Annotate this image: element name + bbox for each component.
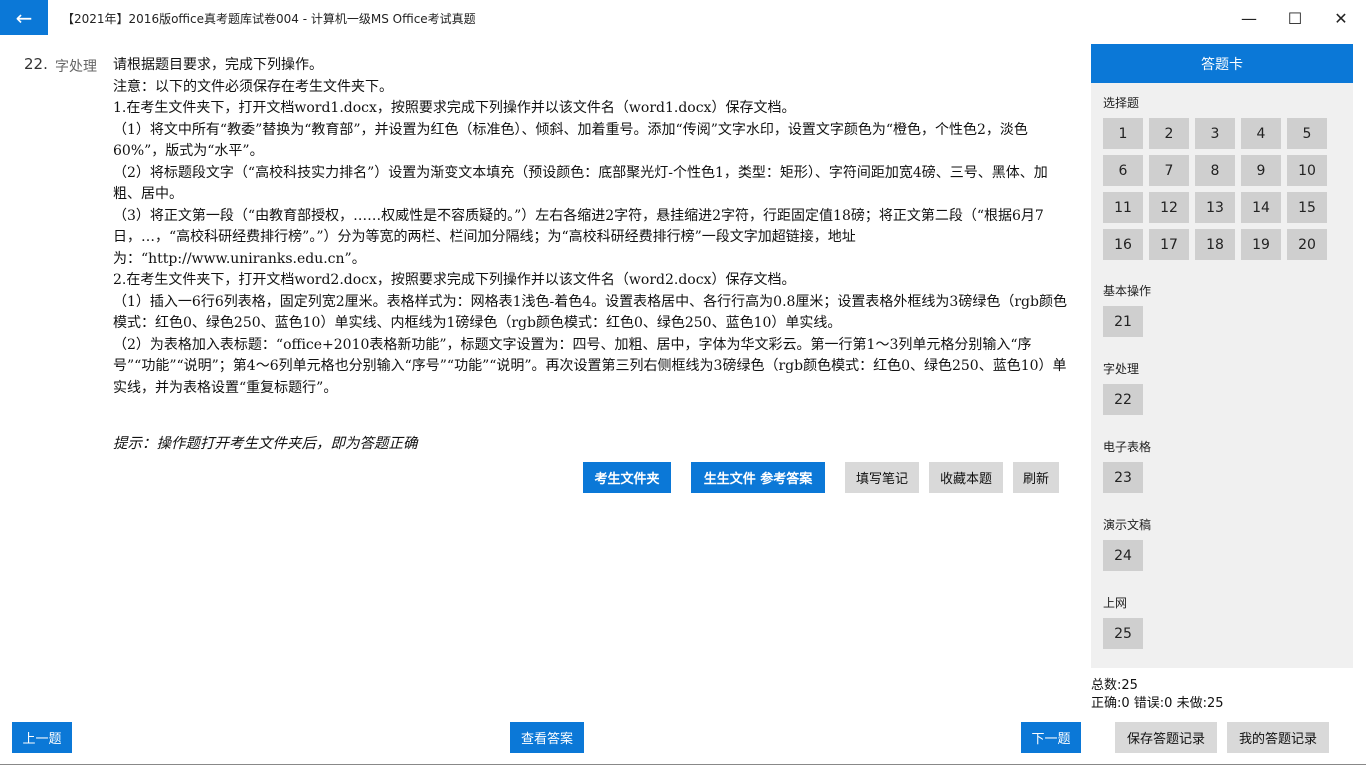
question-line: （3）将正文第一段（“由教育部授权，……权威性是不容质疑的。”）左右各缩进2字符… [113,207,1044,267]
save-record-button[interactable]: 保存答题记录 [1115,722,1217,753]
answer-card-section-label: 字处理 [1103,362,1140,376]
answer-card-section-label: 选择题 [1103,96,1140,110]
answer-card-question-19[interactable]: 19 [1241,229,1281,260]
title-bar: ← 【2021年】2016版office真考题库试卷004 - 计算机一级MS … [0,0,1366,36]
prev-question-button[interactable]: 上一题 [12,722,72,753]
minimize-icon: — [1241,8,1257,28]
question-line: （2）将标题段文字（“高校科技实力排名”）设置为渐变文本填充（预设颜色：底部聚光… [113,164,1048,203]
write-notes-button[interactable]: 填写笔记 [845,462,919,493]
question-number: 22. [24,55,48,73]
bottom-divider [0,764,1366,765]
answer-card-question-13[interactable]: 13 [1195,192,1235,223]
answer-card-section-label: 基本操作 [1103,284,1152,298]
answer-card-question-24[interactable]: 24 [1103,540,1143,571]
hint-text: 提示：操作题打开考生文件夹后，即为答题正确 [113,436,418,452]
answer-card-question-18[interactable]: 18 [1195,229,1235,260]
question-line: 1.在考生文件夹下，打开文档word1.docx，按照要求完成下列操作并以该文件… [113,100,796,116]
answer-card-question-6[interactable]: 6 [1103,155,1143,186]
question-type: 字处理 [55,59,97,75]
open-folder-button[interactable]: 考生文件夹 [583,462,671,493]
answer-card-question-25[interactable]: 25 [1103,618,1143,649]
arrow-left-icon: ← [15,5,33,30]
answer-card-question-7[interactable]: 7 [1149,155,1189,186]
answer-card-section-label: 演示文稿 [1103,518,1152,532]
window-title: 【2021年】2016版office真考题库试卷004 - 计算机一级MS Of… [62,12,476,26]
answer-card-question-1[interactable]: 1 [1103,118,1143,149]
answer-card-question-23[interactable]: 23 [1103,462,1143,493]
answer-card-question-22[interactable]: 22 [1103,384,1143,415]
answer-card-question-16[interactable]: 16 [1103,229,1143,260]
answer-card-question-20[interactable]: 20 [1287,229,1327,260]
answer-card-title: 答题卡 [1091,44,1353,83]
answer-card-question-2[interactable]: 2 [1149,118,1189,149]
answer-card-question-11[interactable]: 11 [1103,192,1143,223]
answer-card-section-label: 电子表格 [1103,440,1152,454]
maximize-icon: ☐ [1287,8,1303,28]
maximize-button[interactable]: ☐ [1272,0,1318,36]
answer-card-question-12[interactable]: 12 [1149,192,1189,223]
answer-card-question-4[interactable]: 4 [1241,118,1281,149]
answer-card-section-label: 上网 [1103,596,1128,610]
question-line: 请根据题目要求，完成下列操作。 [113,57,323,73]
answer-card: 答题卡 选择题 1 2 3 4 5 6 7 8 9 10 11 12 13 14 15 16 17 18 19 20 基本… [1091,44,1353,668]
answer-card-question-5[interactable]: 5 [1287,118,1327,149]
question-body: 请根据题目要求，完成下列操作。 注意：以下的文件必须保存在考生文件夹下。 1.在… [113,55,1071,399]
question-line: 2.在考生文件夹下，打开文档word2.docx，按照要求完成下列操作并以该文件… [113,272,796,288]
answer-card-question-3[interactable]: 3 [1195,118,1235,149]
question-line: （1）将文中所有“教委”替换为“教育部”，并设置为红色（标准色）、倾斜、加着重号… [113,121,1028,160]
favorite-button[interactable]: 收藏本题 [929,462,1003,493]
result-summary: 正确:0 错误:0 未做:25 [1091,696,1224,711]
back-button[interactable]: ← [0,0,48,35]
answer-card-question-9[interactable]: 9 [1241,155,1281,186]
view-answer-button[interactable]: 查看答案 [510,722,584,753]
stats-panel: 总数:25 正确:0 错误:0 未做:25 [1091,677,1224,713]
answer-card-question-15[interactable]: 15 [1287,192,1327,223]
refresh-button[interactable]: 刷新 [1013,462,1059,493]
minimize-button[interactable]: — [1226,0,1272,36]
total-count: 总数:25 [1091,678,1138,693]
answer-card-question-8[interactable]: 8 [1195,155,1235,186]
next-question-button[interactable]: 下一题 [1021,722,1081,753]
reference-answer-button[interactable]: 生生文件 参考答案 [691,462,825,493]
question-line: （1）插入一6行6列表格，固定列宽2厘米。表格样式为：网格表1浅色-着色4。设置… [113,293,1067,332]
answer-card-question-10[interactable]: 10 [1287,155,1327,186]
my-record-button[interactable]: 我的答题记录 [1227,722,1329,753]
close-button[interactable]: ✕ [1318,0,1364,36]
question-line: （2）为表格加入表标题：“office+2010表格新功能”，标题文字设置为：四… [113,336,1067,396]
close-icon: ✕ [1334,8,1348,28]
answer-card-question-21[interactable]: 21 [1103,306,1143,337]
answer-card-question-17[interactable]: 17 [1149,229,1189,260]
answer-card-question-14[interactable]: 14 [1241,192,1281,223]
question-line: 注意：以下的文件必须保存在考生文件夹下。 [113,78,393,95]
